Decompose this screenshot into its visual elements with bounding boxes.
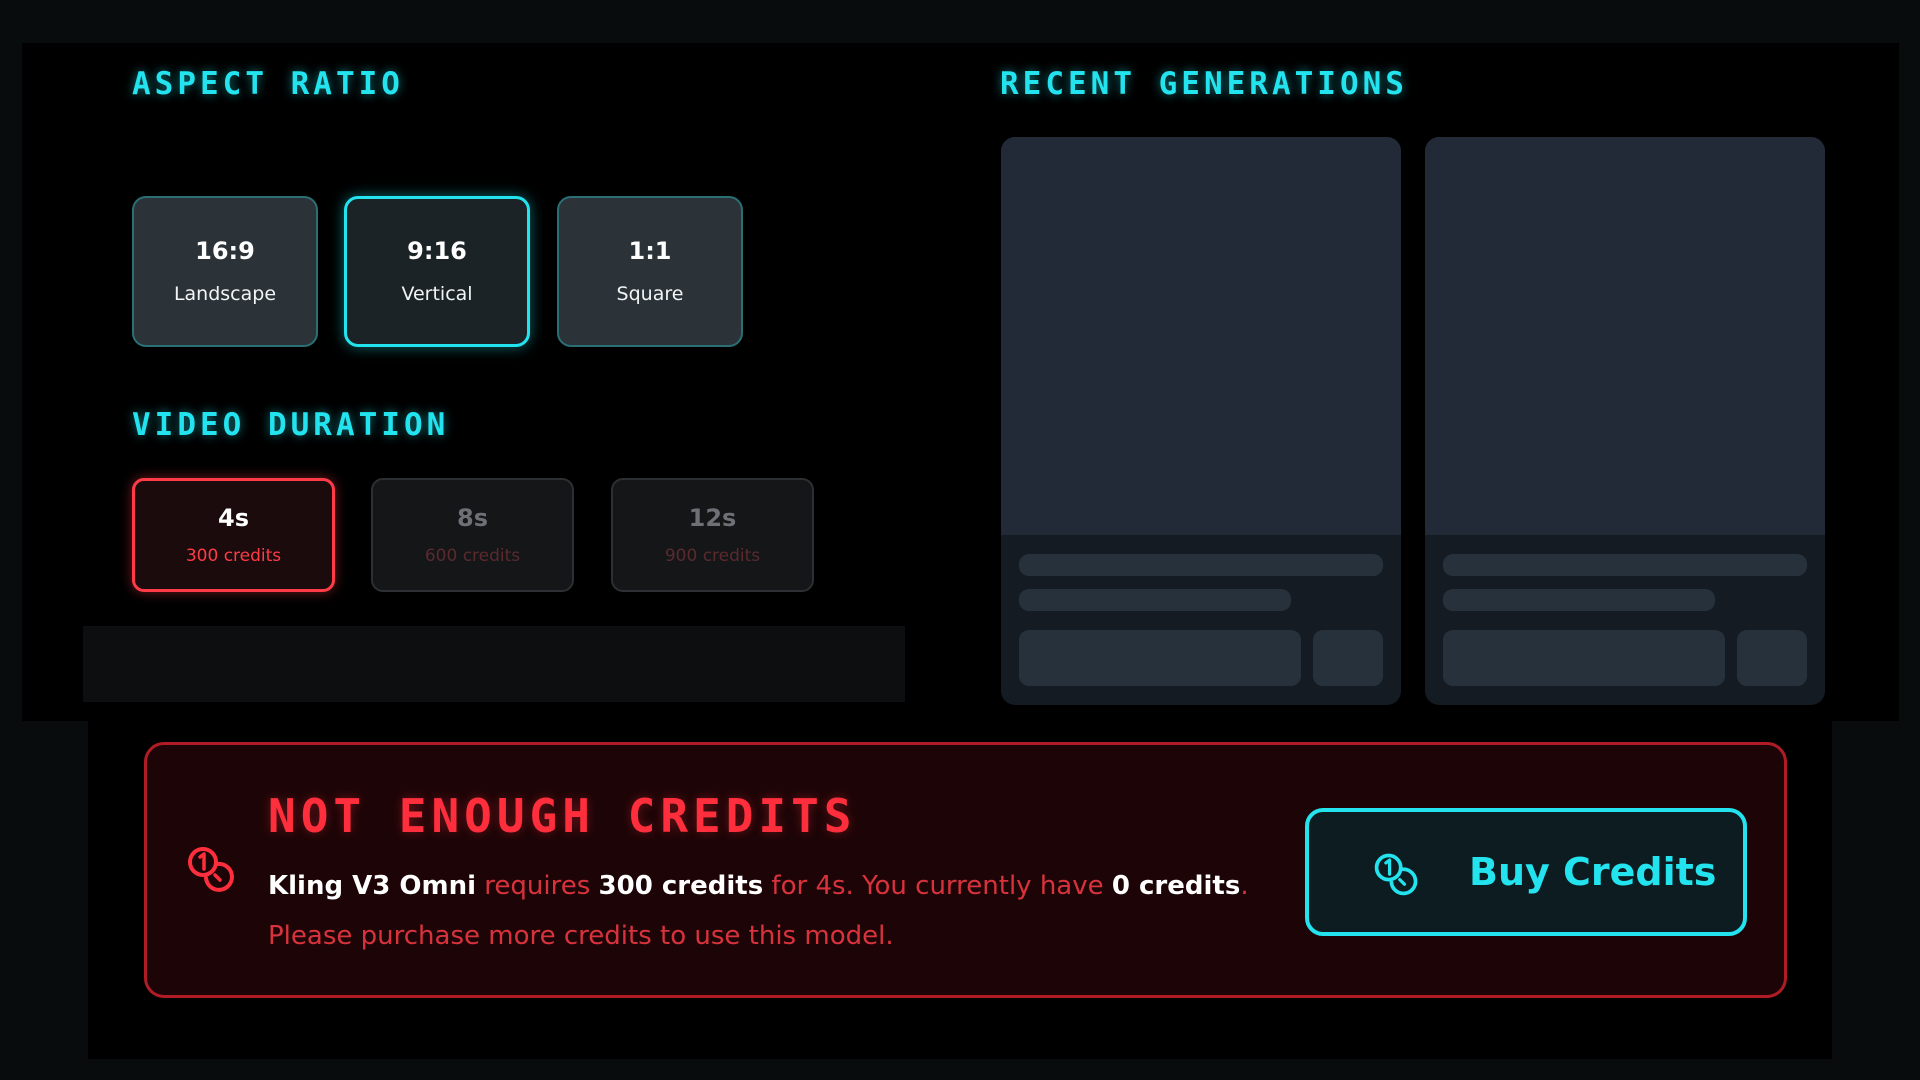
current-credits: 0 credits [1111,871,1241,901]
required-credits: 300 credits [598,871,764,901]
recent-generations-title: RECENT GENERATIONS [1000,66,1408,102]
subtitle-skeleton [1019,589,1291,611]
aspect-option-ratio: 9:16 [407,237,467,265]
thumbnail-placeholder [1425,137,1825,535]
subtitle-skeleton [1443,589,1715,611]
title-skeleton [1019,554,1383,576]
generation-card-skeleton [1001,137,1401,705]
title-skeleton [1443,554,1807,576]
generate-bar-placeholder [83,626,905,702]
app-root: ASPECT RATIO 16:9 Landscape 9:16 Vertica… [0,0,1920,1080]
buy-credits-label: Buy Credits [1469,850,1717,894]
alert-message: Kling V3 Omni requires 300 credits for 4… [268,861,1258,961]
duration-option-12s[interactable]: 12s 900 credits [611,478,814,592]
duration-option-value: 4s [218,503,249,532]
alert-text-requires: requires [476,871,599,901]
thumbnail-placeholder [1001,137,1401,535]
coins-icon [1374,853,1418,896]
duration-option-8s[interactable]: 8s 600 credits [371,478,574,592]
duration-option-value: 12s [688,503,737,532]
aspect-option-square[interactable]: 1:1 Square [557,196,743,347]
aspect-ratio-title: ASPECT RATIO [132,66,404,102]
generation-card-skeleton [1425,137,1825,705]
action-skeleton [1019,630,1301,686]
aspect-option-label: Vertical [401,283,473,305]
aspect-option-landscape[interactable]: 16:9 Landscape [132,196,318,347]
aspect-option-label: Square [616,283,684,305]
aspect-option-label: Landscape [173,283,277,305]
duration-option-credits: 600 credits [424,545,521,566]
video-duration-title: VIDEO DURATION [132,407,450,443]
aspect-option-vertical[interactable]: 9:16 Vertical [344,196,530,347]
coins-icon [188,847,234,892]
alert-title: NOT ENOUGH CREDITS [268,789,857,843]
aspect-option-ratio: 1:1 [628,237,672,265]
duration-option-credits: 900 credits [664,545,761,566]
duration-option-4s[interactable]: 4s 300 credits [132,478,335,592]
icon-action-skeleton [1737,630,1807,686]
alert-text-for: for 4s. You currently have [763,871,1112,901]
action-skeleton [1443,630,1725,686]
buy-credits-button[interactable]: Buy Credits [1305,808,1747,936]
aspect-option-ratio: 16:9 [195,237,255,265]
model-name: Kling V3 Omni [268,871,477,901]
duration-option-value: 8s [457,503,488,532]
icon-action-skeleton [1313,630,1383,686]
duration-option-credits: 300 credits [185,545,282,566]
